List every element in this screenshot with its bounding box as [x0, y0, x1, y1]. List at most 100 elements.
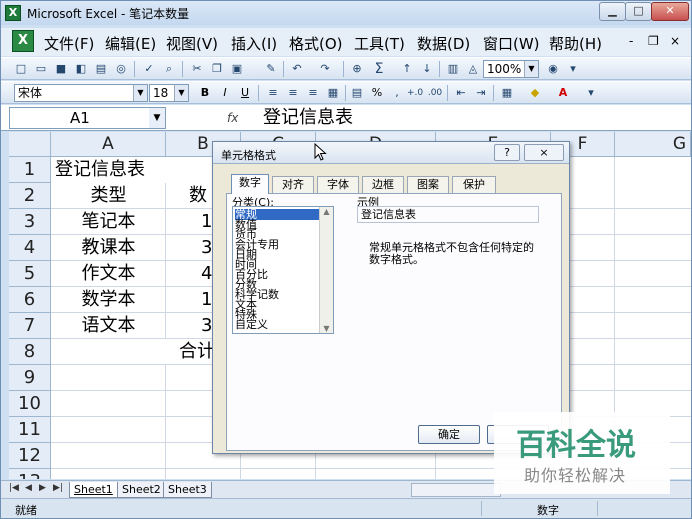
- menu-data[interactable]: 数据(D): [417, 33, 470, 54]
- bold-button[interactable]: B: [197, 85, 213, 101]
- category-scrollbar[interactable]: ▲ ▼: [319, 207, 333, 333]
- copy-icon[interactable]: ❐: [209, 61, 225, 77]
- menu-tools[interactable]: 工具(T): [354, 33, 405, 54]
- zoom-combo[interactable]: 100% ▼: [483, 60, 539, 78]
- font-size-combo[interactable]: 18 ▼: [149, 84, 189, 102]
- chart-wizard-icon[interactable]: ▥: [445, 61, 461, 77]
- comma-style-icon[interactable]: ,: [389, 85, 405, 101]
- toolbar-options-icon[interactable]: ▾: [565, 61, 581, 77]
- tab-patterns[interactable]: 图案: [407, 176, 449, 193]
- redo-icon[interactable]: ↷: [317, 61, 333, 77]
- column-header-g[interactable]: G: [615, 132, 691, 157]
- undo-icon[interactable]: ↶: [289, 61, 305, 77]
- decrease-indent-icon[interactable]: ⇤: [453, 85, 469, 101]
- prev-sheet-icon[interactable]: ◀: [25, 483, 32, 493]
- tab-font[interactable]: 字体: [317, 176, 359, 193]
- workbook-icon[interactable]: X: [12, 30, 34, 52]
- menu-help[interactable]: 帮助(H): [549, 33, 602, 54]
- row-header-1[interactable]: 1: [9, 157, 51, 183]
- minimize-button[interactable]: ▁: [599, 2, 626, 21]
- autosum-icon[interactable]: Σ: [371, 61, 387, 77]
- row-header-10[interactable]: 10: [9, 391, 51, 417]
- sheet-tab-sheet2[interactable]: Sheet2: [117, 482, 166, 498]
- new-icon[interactable]: □: [13, 61, 29, 77]
- horizontal-scrollbar[interactable]: [411, 483, 501, 497]
- mdi-close-button[interactable]: ×: [670, 34, 680, 48]
- name-box[interactable]: A1: [9, 107, 166, 129]
- category-list[interactable]: 常规 数值 货币 会计专用 日期 时间 百分比 分数 科学记数 文本 特殊 自定…: [232, 206, 334, 334]
- row-header-3[interactable]: 3: [9, 209, 51, 235]
- cell-a6[interactable]: 数学本: [51, 287, 166, 313]
- maximize-button[interactable]: □: [625, 2, 652, 21]
- save-icon[interactable]: ■: [53, 61, 69, 77]
- font-color-icon[interactable]: A: [555, 85, 571, 101]
- dialog-title-bar[interactable]: 单元格格式 ? ×: [213, 142, 569, 164]
- currency-icon[interactable]: ▤: [349, 85, 365, 101]
- permission-icon[interactable]: ◧: [73, 61, 89, 77]
- decrease-decimal-icon[interactable]: .00: [427, 85, 443, 101]
- row-header-9[interactable]: 9: [9, 365, 51, 391]
- mdi-restore-button[interactable]: ❐: [648, 34, 659, 48]
- mdi-minimize-button[interactable]: -: [629, 34, 633, 48]
- fill-color-icon[interactable]: ◆: [527, 85, 543, 101]
- select-all-corner[interactable]: [9, 132, 51, 157]
- align-left-icon[interactable]: ≡: [265, 85, 281, 101]
- hyperlink-icon[interactable]: ⊕: [349, 61, 365, 77]
- help-icon[interactable]: ◉: [545, 61, 561, 77]
- print-icon[interactable]: ▤: [93, 61, 109, 77]
- row-header-11[interactable]: 11: [9, 417, 51, 443]
- menu-format[interactable]: 格式(O): [289, 33, 343, 54]
- align-center-icon[interactable]: ≡: [285, 85, 301, 101]
- row-header-13[interactable]: 13: [9, 469, 51, 479]
- align-right-icon[interactable]: ≡: [305, 85, 321, 101]
- category-item-custom[interactable]: 自定义: [235, 319, 268, 330]
- format-painter-icon[interactable]: ✎: [263, 61, 279, 77]
- tab-protection[interactable]: 保护: [452, 176, 496, 193]
- chevron-down-icon[interactable]: ▼: [149, 108, 165, 128]
- row-header-5[interactable]: 5: [9, 261, 51, 287]
- menu-window[interactable]: 窗口(W): [483, 33, 540, 54]
- print-preview-icon[interactable]: ◎: [113, 61, 129, 77]
- menu-edit[interactable]: 编辑(E): [105, 33, 156, 54]
- cell-a2[interactable]: 类型: [51, 183, 166, 209]
- chevron-down-icon[interactable]: ▼: [133, 85, 147, 101]
- toolbar-options-icon[interactable]: ▾: [583, 85, 599, 101]
- close-button[interactable]: ✕: [651, 2, 689, 21]
- dialog-help-button[interactable]: ?: [494, 144, 520, 161]
- menu-view[interactable]: 视图(V): [166, 33, 218, 54]
- cell-a7[interactable]: 语文本: [51, 313, 166, 339]
- row-header-12[interactable]: 12: [9, 443, 51, 469]
- italic-button[interactable]: I: [217, 85, 233, 101]
- cell-a5[interactable]: 作文本: [51, 261, 166, 287]
- scroll-down-icon[interactable]: ▼: [320, 324, 333, 333]
- row-header-7[interactable]: 7: [9, 313, 51, 339]
- underline-button[interactable]: U: [237, 85, 253, 101]
- tab-border[interactable]: 边框: [362, 176, 404, 193]
- sheet-tab-sheet3[interactable]: Sheet3: [163, 482, 212, 498]
- sort-descending-icon[interactable]: ↓: [419, 61, 435, 77]
- chevron-down-icon[interactable]: ▼: [524, 61, 538, 77]
- open-icon[interactable]: ▭: [33, 61, 49, 77]
- font-name-combo[interactable]: 宋体 ▼: [14, 84, 148, 102]
- cell-a3[interactable]: 笔记本: [51, 209, 166, 235]
- first-sheet-icon[interactable]: |◀: [9, 483, 19, 493]
- scroll-up-icon[interactable]: ▲: [320, 207, 333, 216]
- row-header-8[interactable]: 8: [9, 339, 51, 365]
- ok-button[interactable]: 确定: [418, 425, 480, 444]
- percent-button[interactable]: %: [369, 85, 385, 101]
- row-header-2[interactable]: 2: [9, 183, 51, 209]
- drawing-icon[interactable]: ◬: [465, 61, 481, 77]
- menu-insert[interactable]: 插入(I): [231, 33, 277, 54]
- cell-a4[interactable]: 教课本: [51, 235, 166, 261]
- increase-decimal-icon[interactable]: +.0: [407, 85, 423, 101]
- column-header-a[interactable]: A: [51, 132, 166, 157]
- last-sheet-icon[interactable]: ▶|: [53, 483, 63, 493]
- research-icon[interactable]: ⌕: [161, 61, 177, 77]
- increase-indent-icon[interactable]: ⇥: [473, 85, 489, 101]
- sort-ascending-icon[interactable]: ↑: [399, 61, 415, 77]
- cut-icon[interactable]: ✂: [189, 61, 205, 77]
- borders-icon[interactable]: ▦: [499, 85, 515, 101]
- row-header-6[interactable]: 6: [9, 287, 51, 313]
- merge-center-icon[interactable]: ▦: [325, 85, 341, 101]
- menu-file[interactable]: 文件(F): [44, 33, 94, 54]
